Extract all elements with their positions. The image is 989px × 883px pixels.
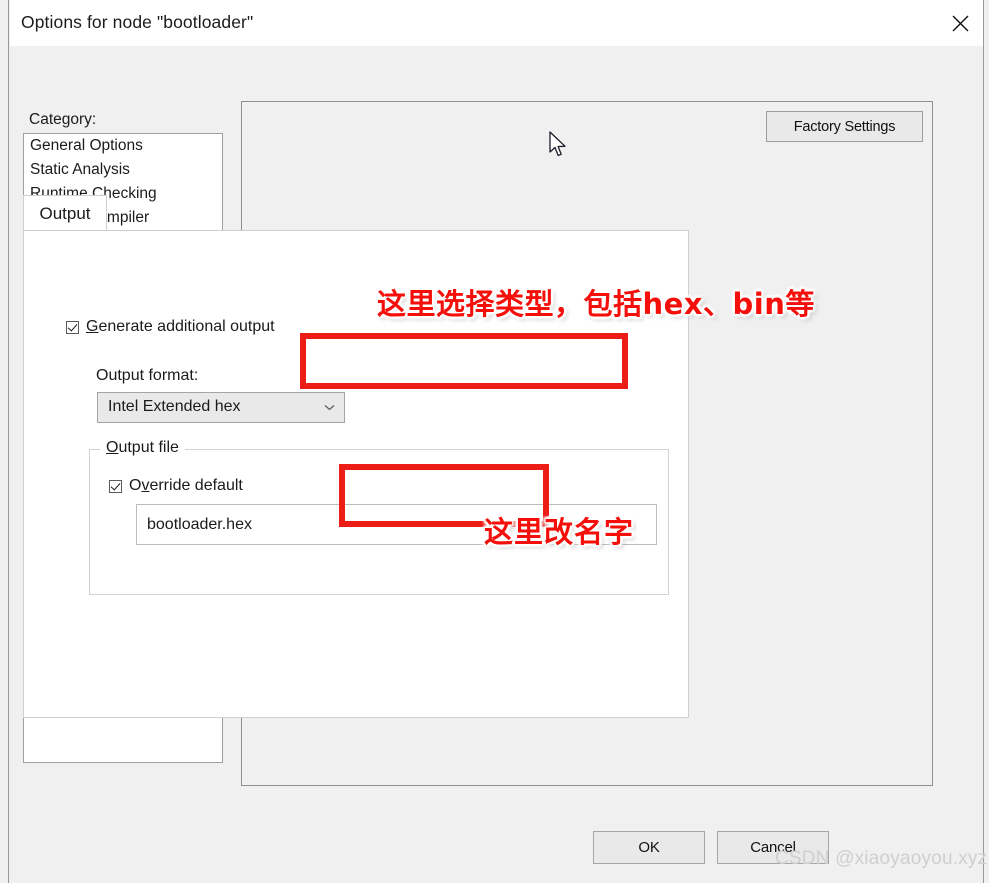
generate-additional-output-checkbox[interactable]: Generate additional output bbox=[66, 318, 275, 336]
tab-output[interactable]: Output bbox=[23, 195, 107, 231]
watermark-text: CSDN @xiaoyaoyou.xyz bbox=[775, 848, 988, 869]
close-button[interactable] bbox=[937, 0, 983, 46]
generate-additional-output-label-rest: enerate additional output bbox=[98, 318, 275, 335]
output-format-dropdown[interactable]: Intel Extended hex bbox=[97, 392, 345, 423]
override-label-a: O bbox=[129, 477, 142, 494]
override-default-checkbox[interactable]: Override default bbox=[109, 477, 243, 495]
tab-strip: Output bbox=[23, 195, 689, 231]
output-file-legend-rest: utput file bbox=[118, 439, 179, 456]
factory-settings-button[interactable]: Factory Settings bbox=[766, 111, 923, 142]
window-frame-right-edge bbox=[983, 0, 989, 883]
checkbox-check-icon bbox=[109, 479, 122, 493]
category-label: Category: bbox=[29, 111, 97, 128]
window-frame-left-edge bbox=[0, 0, 9, 883]
generate-additional-output-label: Generate additional output bbox=[86, 318, 275, 336]
ok-button[interactable]: OK bbox=[593, 831, 705, 864]
output-file-legend: Output file bbox=[100, 439, 185, 457]
output-format-label: Output format: bbox=[96, 367, 199, 384]
output-filename-input[interactable] bbox=[136, 504, 657, 545]
window-title: Options for node "bootloader" bbox=[21, 12, 254, 32]
checkbox-check-icon bbox=[66, 320, 79, 334]
dialog-body: Category: General Options Static Analysis… bbox=[10, 46, 987, 883]
mnemonic-letter: G bbox=[86, 318, 99, 335]
tab-content-output: Generate additional output Output format… bbox=[23, 230, 689, 718]
override-default-label: Override default bbox=[129, 477, 243, 495]
sidebar-item-general-options[interactable]: General Options bbox=[24, 134, 222, 158]
sidebar-item-static-analysis[interactable]: Static Analysis bbox=[24, 158, 222, 182]
mnemonic-letter: O bbox=[106, 439, 119, 456]
chevron-down-icon bbox=[324, 405, 335, 411]
close-icon bbox=[952, 15, 968, 31]
output-format-value: Intel Extended hex bbox=[108, 398, 241, 415]
override-label-b: erride default bbox=[149, 477, 243, 494]
title-bar: Options for node "bootloader" bbox=[10, 0, 983, 46]
options-dialog-window: Options for node "bootloader" Category: … bbox=[0, 0, 989, 883]
